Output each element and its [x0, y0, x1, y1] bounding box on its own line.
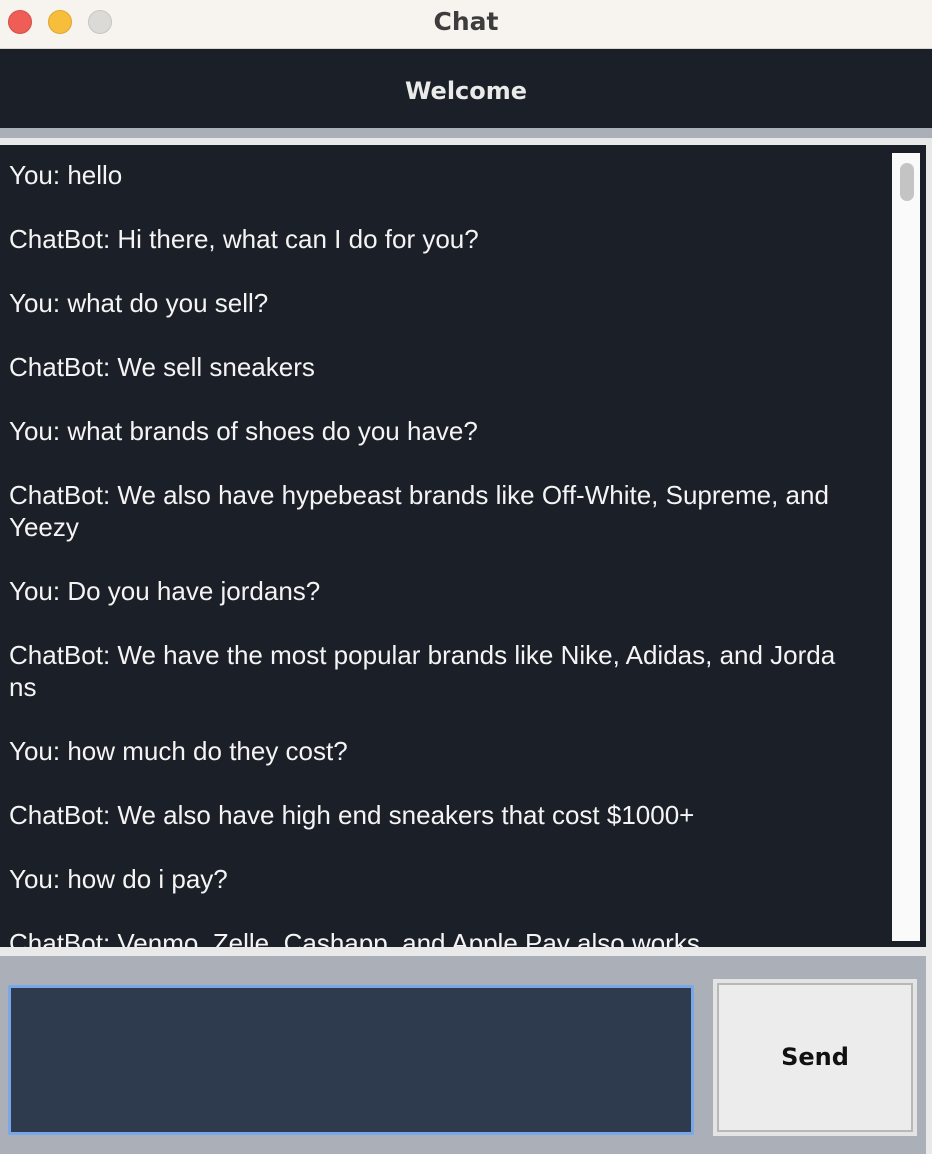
- chat-message: ChatBot: Hi there, what can I do for you…: [9, 224, 479, 254]
- title-bar: Chat: [0, 0, 932, 49]
- chat-message: You: how much do they cost?: [9, 736, 348, 766]
- chat-message: You: hello: [9, 160, 123, 190]
- chat-message: ChatBot: We sell sneakers: [9, 352, 315, 382]
- chat-frame: You: hello ChatBot: Hi there, what can I…: [0, 138, 932, 956]
- header-title: Welcome: [404, 77, 528, 105]
- chat-message: You: how do i pay?: [9, 864, 228, 894]
- chat-message: ChatBot: We have the most popular brands…: [9, 640, 836, 702]
- chat-message: You: Do you have jordans?: [9, 576, 321, 606]
- message-input[interactable]: [8, 985, 694, 1135]
- chat-message: ChatBot: We also have high end sneakers …: [9, 800, 695, 830]
- window-edge: [926, 138, 932, 1154]
- scrollbar-thumb[interactable]: [900, 163, 914, 201]
- chat-window: Chat Welcome You: hello ChatBot: Hi ther…: [0, 0, 932, 1154]
- header-bar: Welcome: [0, 49, 932, 128]
- chat-message: You: what brands of shoes do you have?: [9, 416, 478, 446]
- chat-message: You: what do you sell?: [9, 288, 269, 318]
- chat-message: ChatBot: We also have hypebeast brands l…: [9, 480, 829, 542]
- chat-message: ChatBot: Venmo, Zelle, Cashapp, and Appl…: [9, 928, 700, 947]
- chat-log[interactable]: You: hello ChatBot: Hi there, what can I…: [0, 145, 926, 947]
- chat-scrollbar[interactable]: [892, 153, 920, 941]
- window-title: Chat: [433, 7, 499, 36]
- send-button[interactable]: Send: [713, 979, 917, 1136]
- send-button-label: Send: [781, 1043, 849, 1071]
